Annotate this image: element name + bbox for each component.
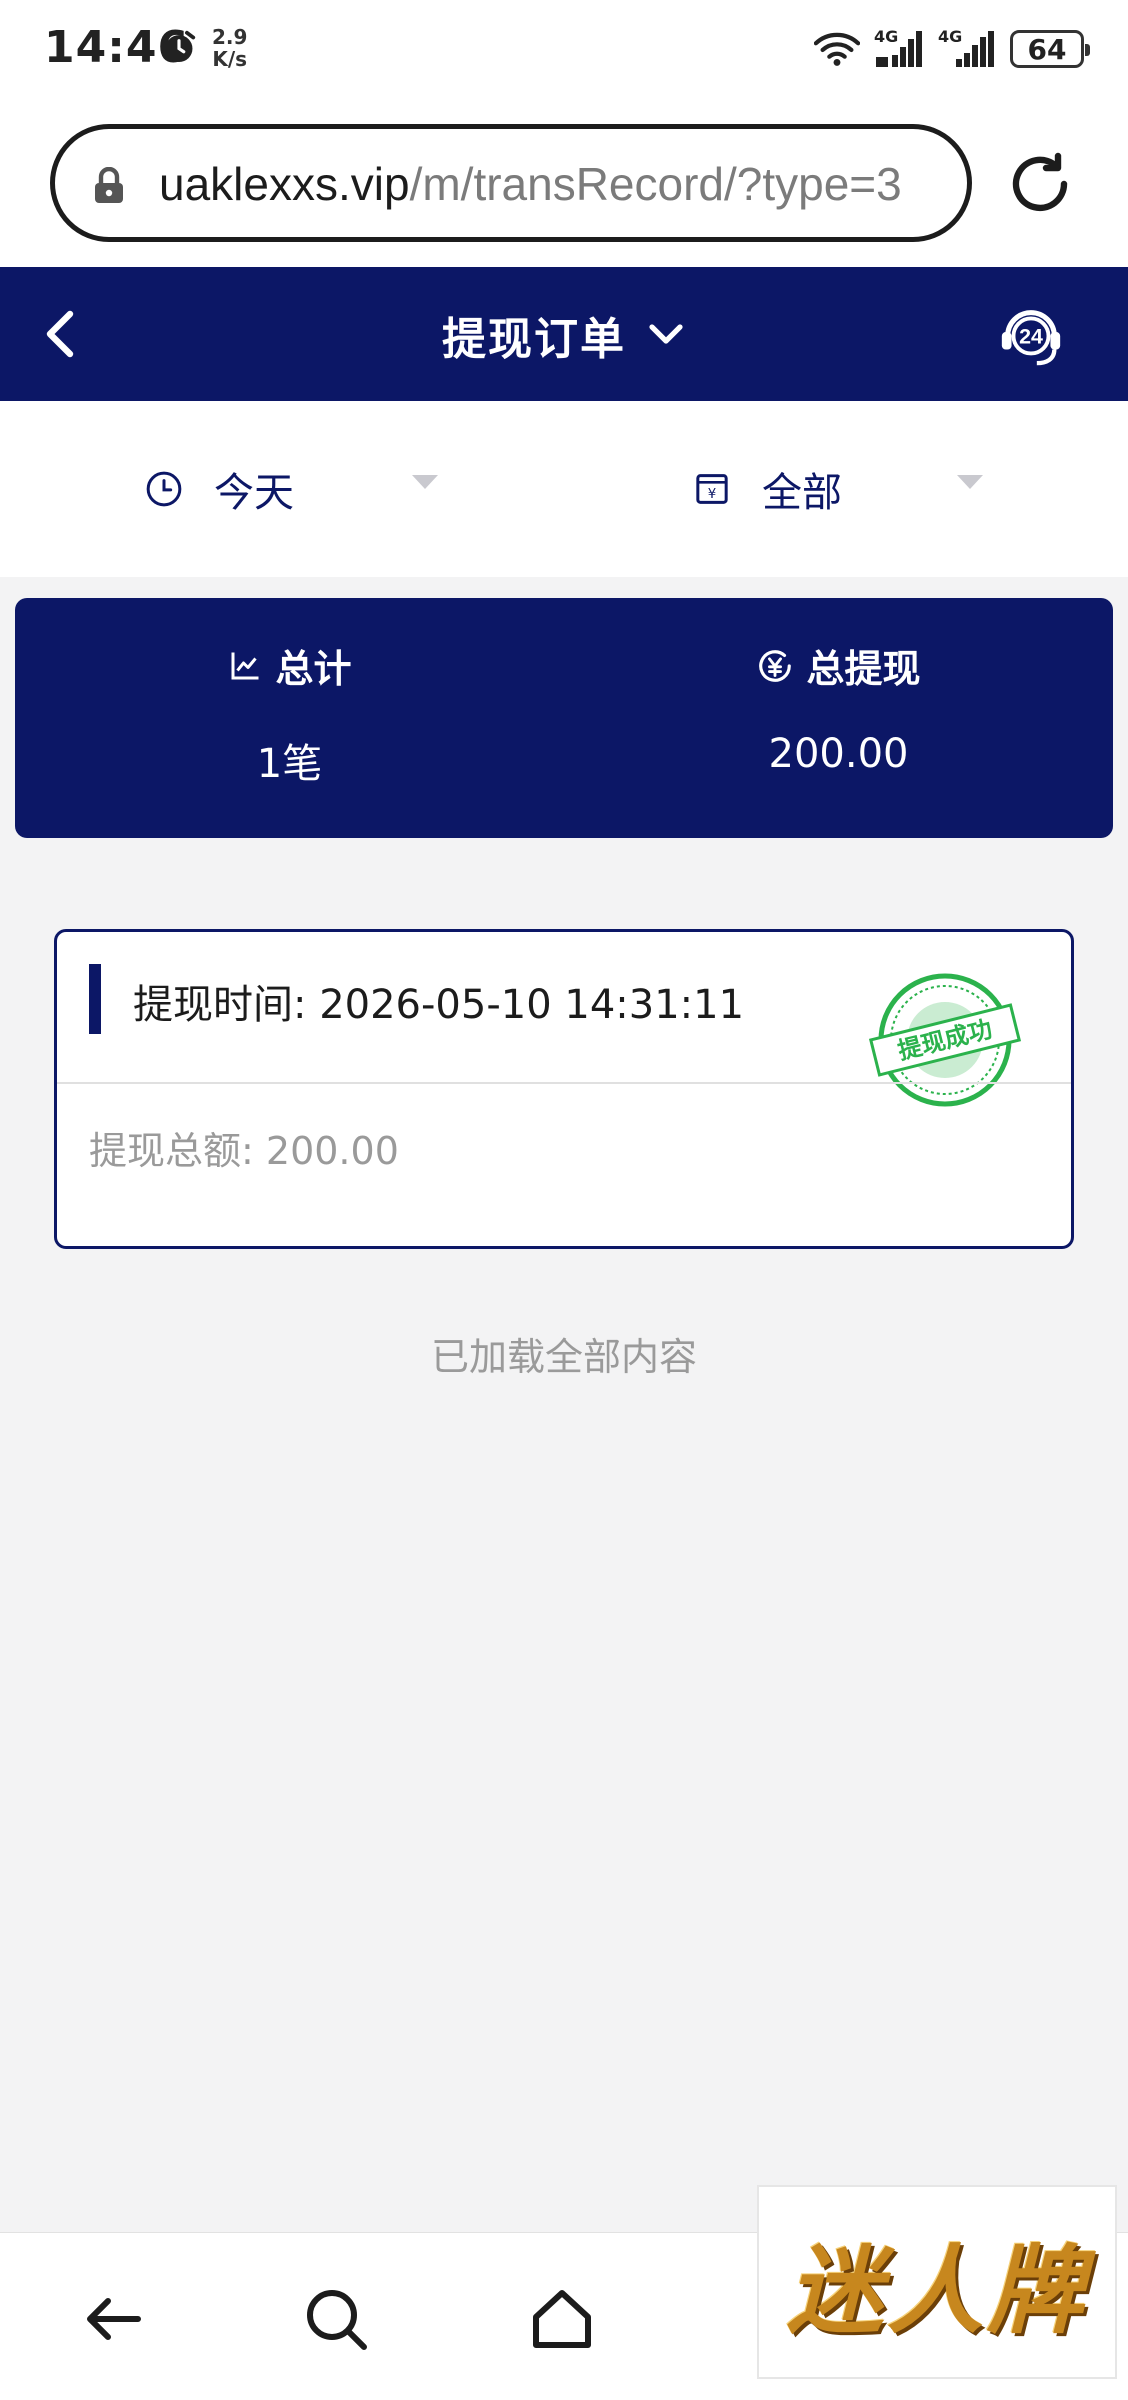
yuan-circle-icon [759, 649, 792, 682]
network-speed: 2.9 K/s [212, 26, 247, 70]
date-filter[interactable]: 今天 [144, 459, 294, 519]
chevron-down-icon [649, 324, 683, 344]
url-path: /m/transRecord/?type=3 [409, 158, 902, 210]
svg-text:24: 24 [1019, 325, 1043, 349]
address-bar[interactable]: uaklexxs.vip/m/transRecord/?type=3 [50, 124, 972, 242]
record-time: 提现时间: 2026-05-10 14:31:11 [133, 972, 744, 1030]
all-loaded-note: 已加载全部内容 [430, 1335, 697, 1379]
withdraw-record-card[interactable]: 提现时间: 2026-05-10 14:31:11 提现成功 提现总额: 200… [54, 929, 1074, 1249]
caret-down-icon[interactable] [410, 473, 440, 491]
wifi-icon [814, 32, 860, 66]
alarm-icon [162, 30, 196, 63]
summary-withdraw: 总提现 200.00 [564, 638, 1113, 777]
withdraw-label: 总提现 [806, 647, 921, 691]
lock-icon [95, 167, 123, 203]
title-dropdown[interactable]: 提现订单 [0, 303, 1128, 367]
status-filter[interactable]: ¥ 全部 [692, 459, 842, 519]
signal-2: 4G [938, 27, 996, 67]
svg-text:¥: ¥ [708, 487, 716, 502]
record-amount-label: 提现总额: [89, 1129, 254, 1173]
total-label: 总计 [275, 647, 352, 691]
withdraw-value: 200.00 [768, 731, 909, 777]
url-domain: uaklexxs.vip [159, 158, 410, 210]
speed-value: 2.9 [212, 25, 248, 49]
search-icon[interactable] [300, 2283, 372, 2355]
record-amount-value: 200.00 [265, 1129, 399, 1173]
caret-down-icon[interactable] [955, 473, 985, 491]
status-filter-label: 全部 [762, 470, 842, 516]
watermark-text: 迷人牌 [787, 2233, 1087, 2347]
record-time-value: 2026-05-10 14:31:11 [319, 982, 745, 1028]
date-filter-label: 今天 [214, 470, 294, 516]
customer-service-24-icon[interactable]: 24 [996, 299, 1066, 369]
status-bar: 14:46 2.9 K/s 4G 4G 64 [0, 0, 1128, 100]
network-type-1: 4G [874, 27, 899, 46]
clock-icon [146, 471, 182, 507]
battery-indicator: 64 [1010, 30, 1090, 68]
home-icon[interactable] [526, 2283, 598, 2355]
network-type-2: 4G [938, 27, 963, 46]
success-stamp-icon: 提现成功 [868, 973, 1022, 1107]
calendar-yuan-icon: ¥ [696, 474, 728, 504]
accent-bar [89, 964, 101, 1034]
summary-card: 总计 1笔 总提现 200.00 [15, 598, 1113, 838]
watermark-logo: 迷人牌 [757, 2185, 1117, 2379]
record-amount: 提现总额: 200.00 [89, 1120, 399, 1175]
signal-1: 4G [874, 27, 924, 67]
record-time-label: 提现时间: [133, 982, 307, 1028]
reload-icon[interactable] [1004, 148, 1076, 220]
speed-unit: K/s [212, 47, 248, 71]
url-text[interactable]: uaklexxs.vip/m/transRecord/?type=3 [159, 157, 902, 211]
summary-total: 总计 1笔 [15, 638, 564, 789]
chart-trend-icon [231, 652, 259, 679]
total-value: 1笔 [256, 741, 323, 787]
browser-toolbar: uaklexxs.vip/m/transRecord/?type=3 [0, 100, 1128, 267]
card-divider [57, 1082, 1071, 1084]
page-title: 提现订单 [442, 314, 626, 365]
back-arrow-icon[interactable] [78, 2283, 150, 2355]
page-header: 提现订单 24 [0, 267, 1128, 401]
filter-bar: 今天 ¥ 全部 [0, 401, 1128, 577]
